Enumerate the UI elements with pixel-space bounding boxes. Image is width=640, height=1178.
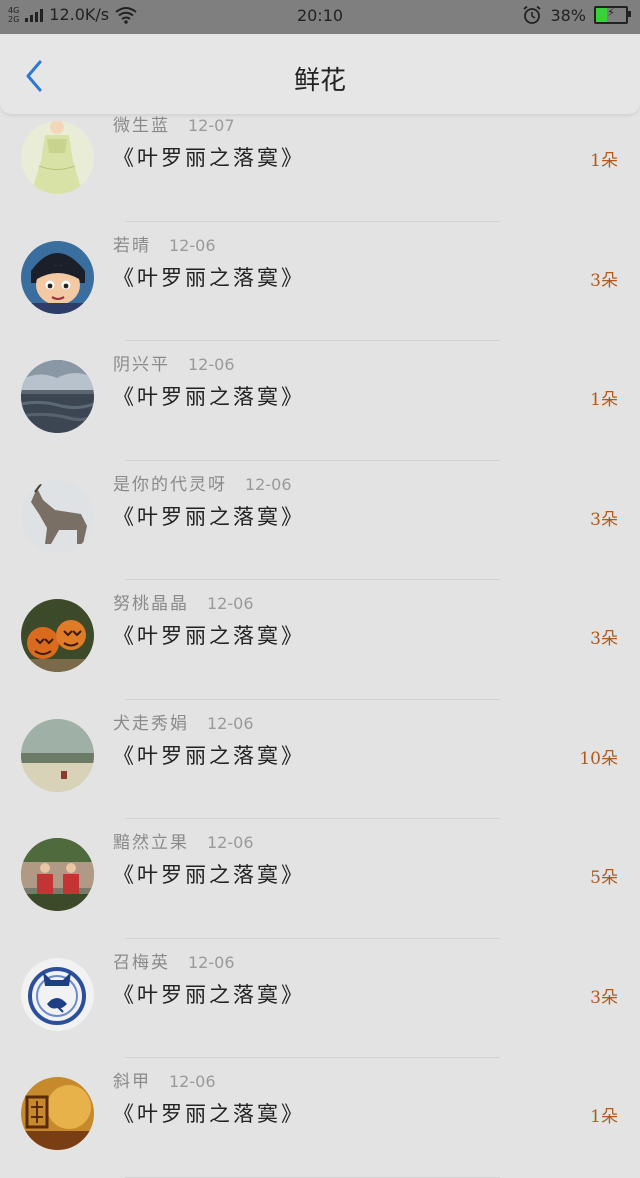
- list-item[interactable]: 是你的代灵呀 12-06 《叶罗丽之落寞》 3朵: [0, 461, 640, 580]
- gift-date: 12-07: [188, 116, 235, 135]
- user-name-text: 黯然立果: [113, 833, 189, 853]
- gift-date: 12-06: [169, 1072, 216, 1091]
- flower-count: 10朵: [579, 748, 618, 769]
- book-title: 《叶罗丽之落寞》: [113, 1102, 305, 1126]
- user-name: 努桃晶晶 12-06: [113, 589, 254, 614]
- avatar[interactable]: [21, 240, 94, 314]
- list-item[interactable]: 若晴 12-06 《叶罗丽之落寞》 3朵: [0, 222, 640, 341]
- book-title: 《叶罗丽之落寞》: [113, 385, 305, 409]
- list-item[interactable]: 犬走秀娟 12-06 《叶罗丽之落寞》 10朵: [0, 700, 640, 819]
- gift-date: 12-06: [207, 713, 254, 733]
- status-right: 38% ⚡: [522, 5, 631, 25]
- list-item[interactable]: 微生蓝 12-07 《叶罗丽之落寞》 1朵: [0, 102, 640, 222]
- flower-list: 微生蓝 12-07 《叶罗丽之落寞》 1朵 若晴 12-06 《叶罗丽之落寞》 3朵 阴兴平 12…: [0, 102, 640, 1178]
- user-name-text: 召梅英: [113, 952, 170, 973]
- list-item[interactable]: 黯然立果 12-06 《叶罗丽之落寞》 5朵: [0, 819, 640, 939]
- gift-date: 12-06: [207, 833, 254, 852]
- gift-date: 12-06: [188, 355, 235, 374]
- avatar[interactable]: [21, 360, 94, 433]
- flower-count: 1朵: [590, 1107, 618, 1127]
- flower-count: 3朵: [590, 270, 618, 291]
- flower-count: 3朵: [590, 509, 618, 530]
- book-title: 《叶罗丽之落寞》: [113, 982, 305, 1007]
- avatar[interactable]: [21, 121, 94, 194]
- user-name-text: 阴兴平: [113, 355, 170, 375]
- nav-header: 鲜花: [0, 34, 640, 115]
- avatar[interactable]: [21, 479, 94, 553]
- user-name: 黯然立果 12-06: [113, 828, 254, 853]
- flower-count: 3朵: [590, 987, 618, 1008]
- user-name-text: 是你的代灵呀: [113, 474, 227, 495]
- list-item[interactable]: 斜甲 12-06 《叶罗丽之落寞》 1朵: [0, 1058, 640, 1178]
- flower-count: 1朵: [590, 151, 618, 171]
- battery-percent: 38%: [550, 5, 586, 25]
- user-name-text: 犬走秀娟: [113, 713, 189, 734]
- user-name: 犬走秀娟 12-06: [113, 709, 254, 734]
- user-name: 是你的代灵呀 12-06: [113, 470, 292, 495]
- list-item[interactable]: 努桃晶晶 12-06 《叶罗丽之落寞》 3朵: [0, 580, 640, 700]
- avatar[interactable]: [21, 838, 94, 911]
- gift-date: 12-06: [169, 235, 216, 255]
- user-name: 斜甲 12-06: [113, 1067, 216, 1092]
- user-name: 阴兴平 12-06: [113, 350, 235, 375]
- book-title: 《叶罗丽之落寞》: [113, 504, 305, 529]
- battery-icon: ⚡: [594, 6, 631, 24]
- book-title: 《叶罗丽之落寞》: [113, 265, 305, 290]
- book-title: 《叶罗丽之落寞》: [113, 624, 305, 648]
- book-title: 《叶罗丽之落寞》: [113, 146, 305, 170]
- avatar[interactable]: [21, 718, 94, 792]
- flower-count: 1朵: [590, 390, 618, 410]
- user-name: 若晴 12-06: [113, 231, 216, 256]
- user-name-text: 若晴: [113, 235, 151, 256]
- list-item[interactable]: 阴兴平 12-06 《叶罗丽之落寞》 1朵: [0, 341, 640, 461]
- flower-count: 3朵: [590, 629, 618, 649]
- status-bar: 4G 2G 12.0K/s 20:10 38% ⚡: [0, 0, 640, 34]
- gift-date: 12-06: [245, 474, 292, 494]
- book-title: 《叶罗丽之落寞》: [113, 863, 305, 887]
- gift-date: 12-06: [188, 952, 235, 972]
- page-title: 鲜花: [293, 66, 346, 96]
- divider: [125, 1176, 500, 1178]
- list-item[interactable]: 召梅英 12-06 《叶罗丽之落寞》 3朵: [0, 939, 640, 1058]
- alarm-icon: [523, 5, 542, 24]
- avatar[interactable]: [21, 957, 94, 1031]
- user-name-text: 斜甲: [113, 1072, 151, 1092]
- avatar[interactable]: [21, 1077, 94, 1150]
- user-name-text: 努桃晶晶: [113, 594, 189, 614]
- flower-count: 5朵: [590, 868, 618, 888]
- user-name: 召梅英 12-06: [113, 948, 235, 973]
- book-title: 《叶罗丽之落寞》: [113, 743, 305, 768]
- gift-date: 12-06: [207, 594, 254, 613]
- user-name-text: 微生蓝: [113, 116, 170, 136]
- avatar[interactable]: [21, 599, 94, 672]
